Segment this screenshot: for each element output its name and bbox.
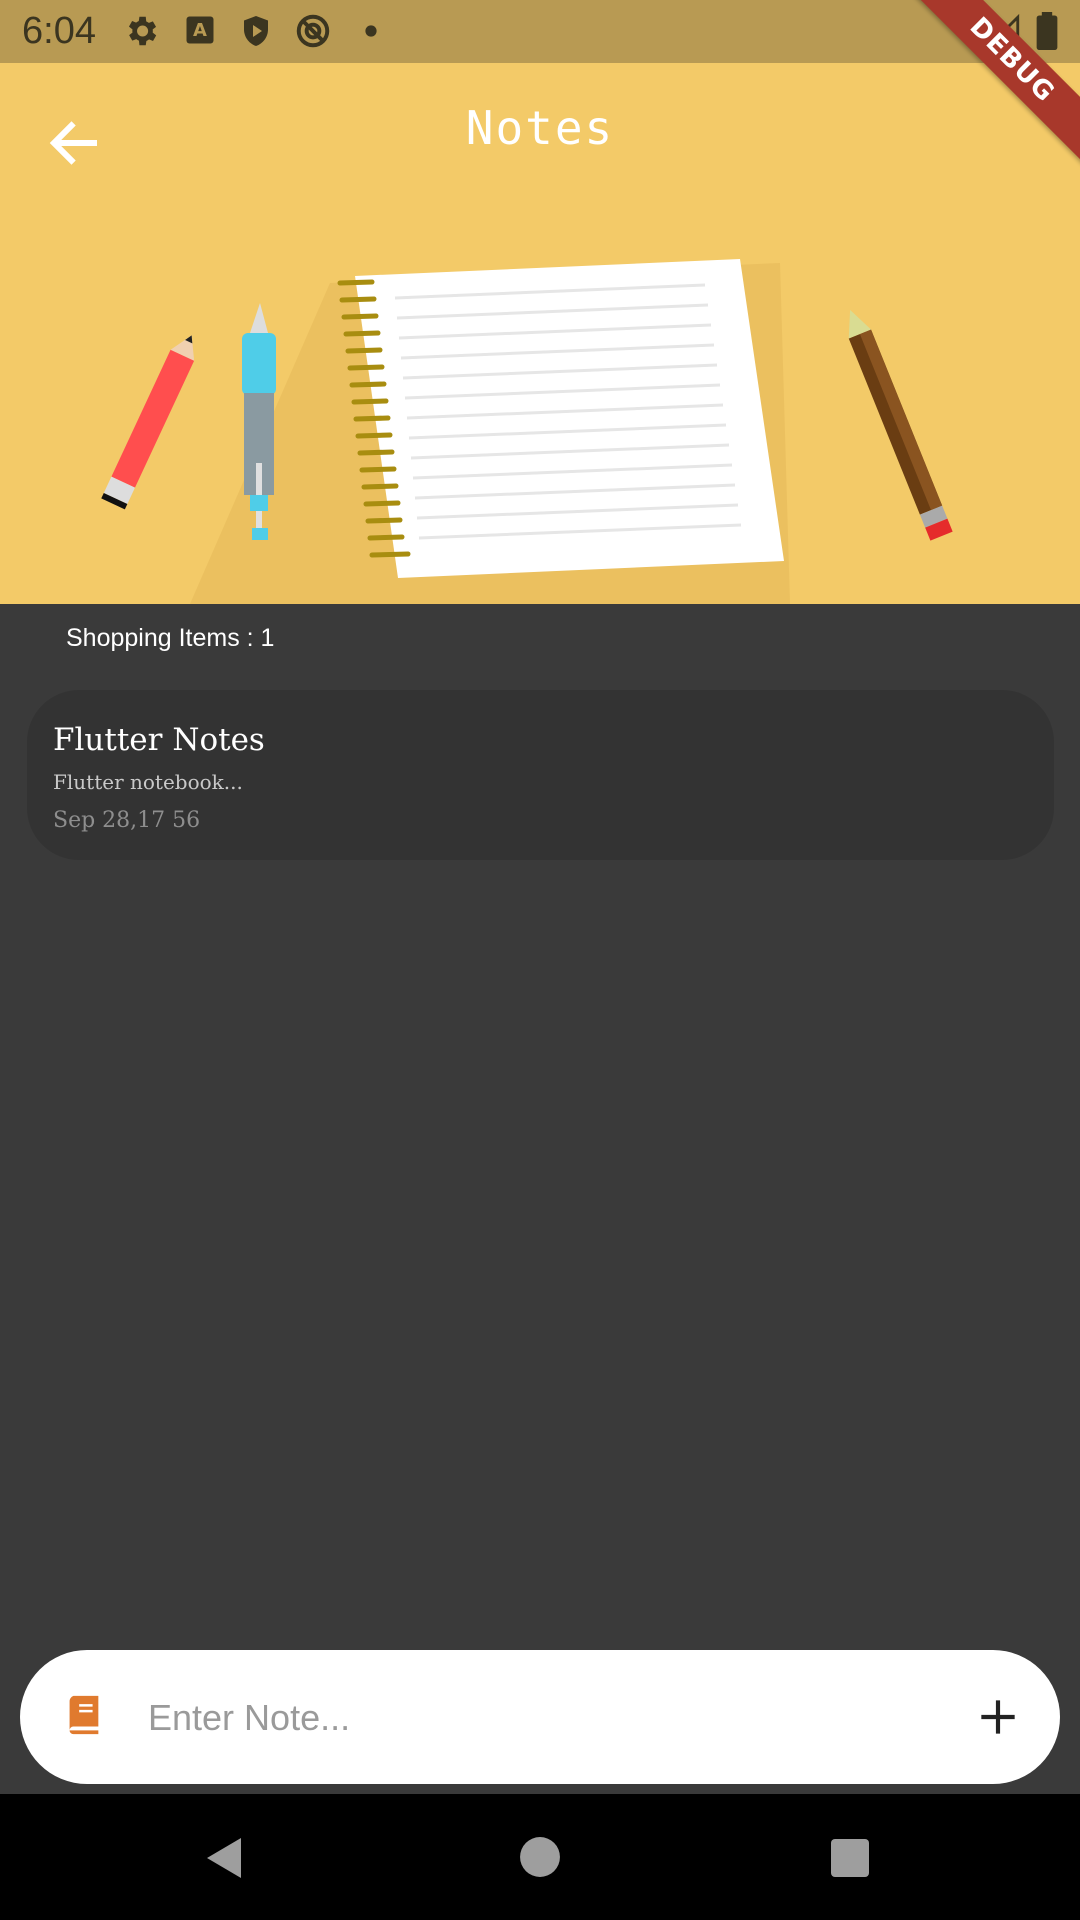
note-input[interactable] xyxy=(146,1680,950,1756)
dot-icon xyxy=(365,25,377,37)
system-nav-bar xyxy=(0,1794,1080,1920)
plus-icon[interactable] xyxy=(973,1692,1023,1742)
battery-icon xyxy=(1036,12,1058,50)
home-circle-icon[interactable] xyxy=(519,1836,561,1878)
status-time: 6:04 xyxy=(22,10,96,52)
note-title: Flutter Notes xyxy=(53,722,265,758)
note-input-bar xyxy=(20,1650,1060,1784)
page-title: Notes xyxy=(465,101,615,155)
settings-icon xyxy=(128,16,157,46)
note-date: Sep 28,17 56 xyxy=(53,808,201,833)
svg-text:A: A xyxy=(193,20,207,41)
book-icon xyxy=(69,1695,99,1735)
items-count-label: Shopping Items : 1 xyxy=(66,624,275,652)
keyboard-a-icon: A xyxy=(186,16,214,44)
recents-square-icon[interactable] xyxy=(830,1838,870,1878)
note-list-item[interactable]: Flutter Notes Flutter notebook... Sep 28… xyxy=(27,690,1054,860)
header: Notes xyxy=(0,63,1080,604)
back-triangle-icon[interactable] xyxy=(204,1836,246,1880)
play-shield-icon xyxy=(244,16,268,46)
note-body: Flutter notebook... xyxy=(53,770,243,794)
no-sim-icon xyxy=(296,14,330,48)
status-bar: 6:04 A xyxy=(0,0,1080,63)
